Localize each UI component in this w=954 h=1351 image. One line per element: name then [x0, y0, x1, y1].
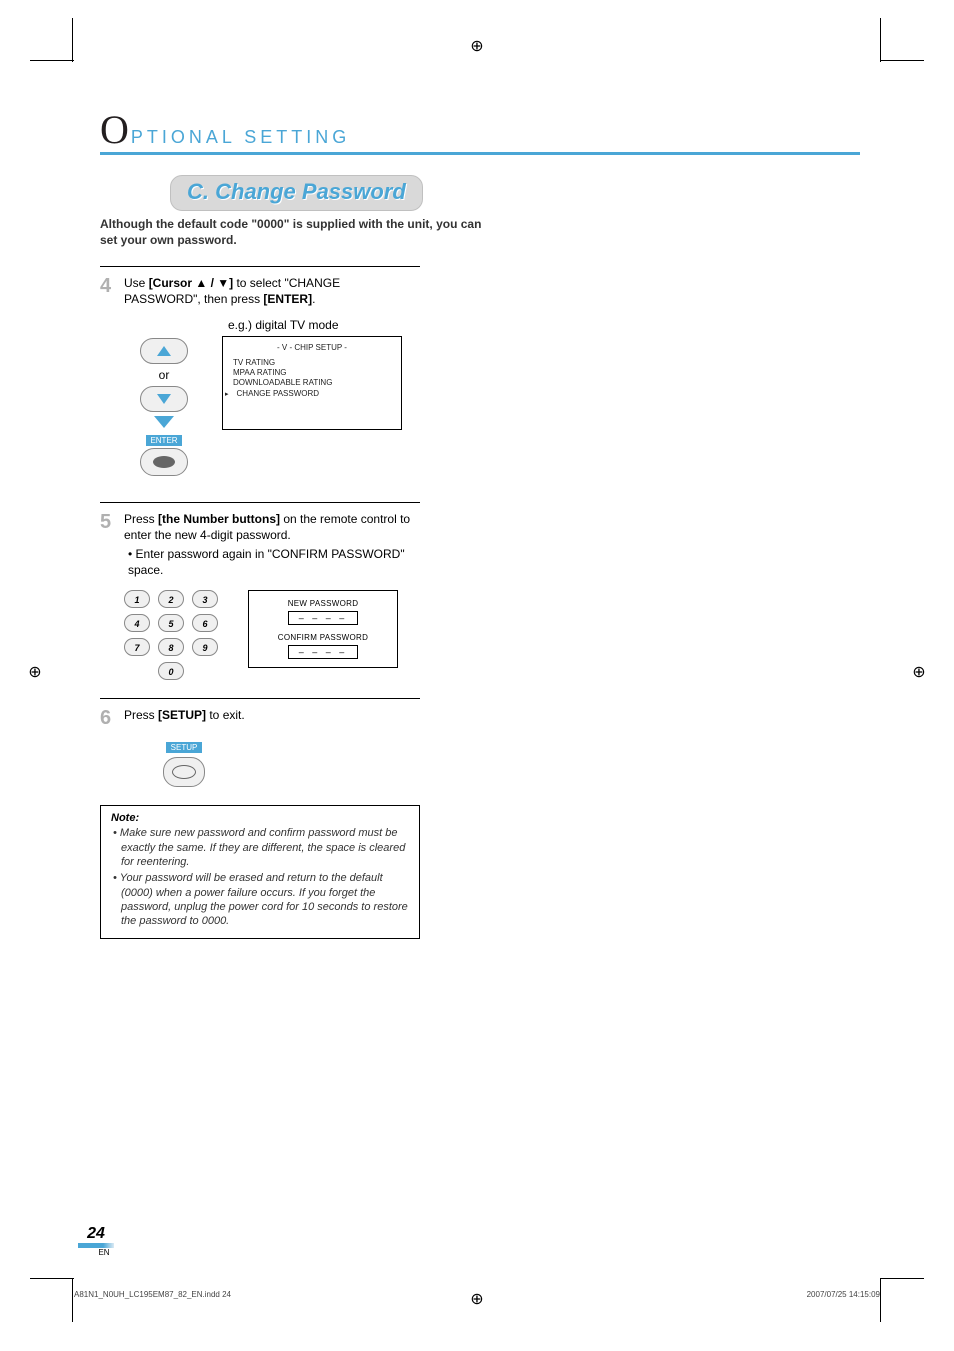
sub-heading: C. Change Password [170, 175, 423, 211]
registration-mark-icon: ⊕ [26, 664, 44, 682]
cursor-up-button [140, 338, 188, 364]
text: to exit. [206, 708, 245, 722]
osd-title: - V - CHIP SETUP - [233, 343, 391, 352]
triangle-down-icon [157, 394, 171, 404]
divider [100, 266, 420, 267]
num-2-button: 2 [158, 590, 184, 608]
num-3-button: 3 [192, 590, 218, 608]
crop-mark [30, 1278, 74, 1279]
text-bold: [ENTER] [263, 292, 312, 306]
osd-item: TV RATING [233, 358, 391, 368]
password-dialog: NEW PASSWORD – – – – CONFIRM PASSWORD – … [248, 590, 398, 668]
remote-cursor-cluster: or ENTER [124, 336, 204, 478]
divider [100, 502, 420, 503]
enter-label: ENTER [146, 435, 181, 446]
confirm-password-field: – – – – [288, 645, 358, 659]
setup-label: SETUP [166, 742, 203, 753]
crop-mark [72, 1278, 73, 1322]
num-9-button: 9 [192, 638, 218, 656]
page-number: 24 EN [78, 1225, 114, 1257]
crop-mark [880, 1278, 924, 1279]
text: Use [124, 276, 149, 290]
osd-item-selected: CHANGE PASSWORD [241, 389, 391, 399]
step-body: Press [the Number buttons] on the remote… [124, 511, 420, 579]
osd-item: DOWNLOADABLE RATING [233, 378, 391, 388]
num-1-button: 1 [124, 590, 150, 608]
registration-mark-icon: ⊕ [468, 38, 486, 56]
step-number: 5 [100, 511, 124, 579]
text-bold: [the Number buttons] [158, 512, 280, 526]
registration-mark-icon: ⊕ [910, 664, 928, 682]
number-pad: 1 2 3 4 5 6 7 8 9 0 [124, 590, 218, 680]
section-label: PTIONAL SETTING [131, 127, 350, 148]
cursor-down-button [140, 386, 188, 412]
text: Press [124, 708, 158, 722]
triangle-up-icon [157, 346, 171, 356]
step-number: 4 [100, 275, 124, 307]
num-8-button: 8 [158, 638, 184, 656]
osd-item: MPAA RATING [233, 368, 391, 378]
new-password-field: – – – – [288, 611, 358, 625]
text-bold: [SETUP] [158, 708, 206, 722]
crop-mark [30, 60, 74, 61]
step-4: 4 Use [Cursor ▲ / ▼] to select "CHANGE P… [100, 275, 420, 307]
step-5: 5 Press [the Number buttons] on the remo… [100, 511, 420, 579]
section-title: O PTIONAL SETTING [100, 110, 860, 155]
num-4-button: 4 [124, 614, 150, 632]
figure-caption: e.g.) digital TV mode [228, 318, 420, 332]
note-box: Note: Make sure new password and confirm… [100, 805, 420, 939]
page-lang: EN [94, 1248, 114, 1257]
bullet: • Enter password again in "CONFIRM PASSW… [124, 546, 420, 578]
footer-left: A81N1_N0UH_LC195EM87_82_EN.indd 24 [74, 1290, 231, 1299]
button-inner-icon [153, 456, 175, 468]
section-big-letter: O [100, 110, 129, 150]
arrow-down-icon [154, 416, 174, 428]
enter-button [140, 448, 188, 476]
or-text: or [124, 368, 204, 382]
num-7-button: 7 [124, 638, 150, 656]
note-title: Note: [111, 812, 409, 824]
divider [100, 698, 420, 699]
step-body: Use [Cursor ▲ / ▼] to select "CHANGE PAS… [124, 275, 420, 307]
button-inner-icon [172, 765, 196, 779]
setup-button [163, 757, 205, 787]
step-body: Press [SETUP] to exit. [124, 707, 420, 729]
osd-vchip-menu: - V - CHIP SETUP - TV RATING MPAA RATING… [222, 336, 402, 431]
crop-mark [880, 18, 881, 62]
num-0-button: 0 [158, 662, 184, 680]
text: Press [124, 512, 158, 526]
text: . [312, 292, 315, 306]
setup-button-cluster: SETUP [160, 737, 208, 787]
note-item: Make sure new password and confirm passw… [121, 826, 409, 869]
crop-mark [880, 60, 924, 61]
footer-right: 2007/07/25 14:15:09 [807, 1290, 880, 1299]
crop-mark [880, 1278, 881, 1322]
step-number: 6 [100, 707, 124, 729]
text-bold: [Cursor ▲ / ▼] [149, 276, 233, 290]
intro-text: Although the default code "0000" is supp… [100, 217, 490, 248]
new-password-label: NEW PASSWORD [259, 599, 387, 608]
crop-mark [72, 18, 73, 62]
step-6: 6 Press [SETUP] to exit. [100, 707, 420, 729]
print-footer: A81N1_N0UH_LC195EM87_82_EN.indd 24 2007/… [74, 1290, 880, 1299]
num-5-button: 5 [158, 614, 184, 632]
note-item: Your password will be erased and return … [121, 871, 409, 928]
num-6-button: 6 [192, 614, 218, 632]
confirm-password-label: CONFIRM PASSWORD [259, 633, 387, 642]
page-number-value: 24 [78, 1225, 114, 1243]
